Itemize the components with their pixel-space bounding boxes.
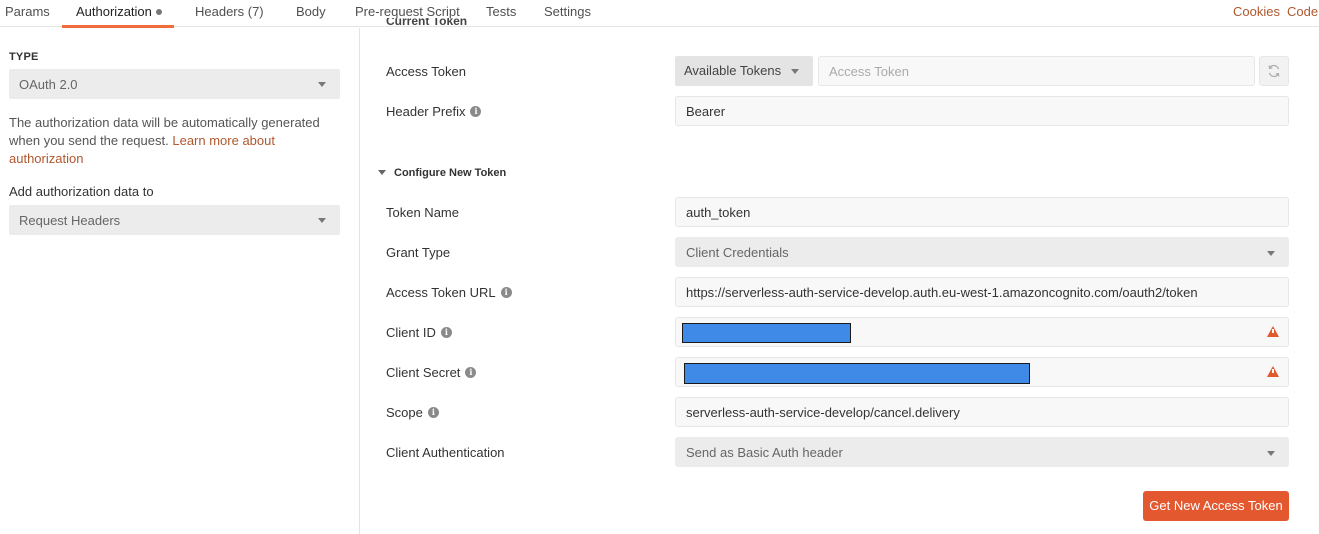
request-tabs: Params Authorization Headers (7) Body Pr… [0,0,1319,28]
configure-new-token-toggle[interactable]: Configure New Token [378,167,506,179]
add-auth-to-select[interactable]: Request Headers [9,205,340,235]
caret-down-icon [378,169,386,175]
token-name-value: auth_token [686,205,751,220]
warning-icon [1267,326,1279,337]
tab-params[interactable]: Params [5,4,50,27]
access-token-url-input[interactable]: https://serverless-auth-service-develop.… [675,277,1289,307]
tab-headers[interactable]: Headers (7) [195,4,264,27]
current-token-heading: Current Token [386,18,468,28]
chevron-down-icon [1267,451,1275,456]
scope-input[interactable]: serverless-auth-service-develop/cancel.d… [675,397,1289,427]
tab-authorization[interactable]: Authorization [62,4,174,28]
add-auth-label: Add authorization data to [9,184,154,199]
scope-value: serverless-auth-service-develop/cancel.d… [686,405,960,420]
chevron-down-icon [791,69,799,74]
access-token-url-label: Access Token URL i [386,285,512,300]
client-authentication-label: Client Authentication [386,445,505,460]
sync-token-button[interactable] [1259,56,1289,86]
configure-new-token-heading: Configure New Token [394,167,507,179]
tab-tests[interactable]: Tests [486,4,516,27]
cookies-link[interactable]: Cookies [1233,4,1280,19]
modified-dot-icon [155,8,162,15]
info-icon: i [465,367,477,379]
info-icon: i [427,407,439,419]
auth-type-panel: TYPE OAuth 2.0 The authorization data wi… [0,28,360,534]
client-secret-label: Client Secret i [386,365,477,380]
header-prefix-input[interactable]: Bearer [675,96,1289,126]
client-id-label: Client ID i [386,325,452,340]
info-icon: i [500,287,512,299]
token-name-input[interactable]: auth_token [675,197,1289,227]
client-authentication-value: Send as Basic Auth header [686,445,843,460]
header-prefix-label: Header Prefix i [386,104,482,119]
code-link[interactable]: Code [1287,4,1318,19]
scope-label: Scope i [386,405,439,420]
auth-description: The authorization data will be automatic… [9,114,334,168]
chevron-down-icon [318,82,326,87]
tab-authorization-label: Authorization [76,4,152,19]
grant-type-select[interactable]: Client Credentials [675,237,1289,267]
tab-settings[interactable]: Settings [544,4,591,27]
info-icon: i [470,106,482,118]
client-authentication-select[interactable]: Send as Basic Auth header [675,437,1289,467]
access-token-label: Access Token [386,64,466,79]
sync-icon [1268,64,1280,78]
access-token-input[interactable] [829,64,1229,79]
redacted-client-id [682,323,851,343]
auth-type-select[interactable]: OAuth 2.0 [9,69,340,99]
add-auth-to-value: Request Headers [19,213,121,228]
grant-type-value: Client Credentials [686,245,789,260]
client-id-input[interactable] [675,317,1289,347]
auth-type-value: OAuth 2.0 [19,77,78,92]
type-label: TYPE [9,51,39,63]
info-icon: i [440,327,452,339]
get-new-access-token-button[interactable]: Get New Access Token [1143,491,1289,521]
grant-type-label: Grant Type [386,245,451,260]
available-tokens-dropdown[interactable]: Available Tokens [675,56,813,86]
client-secret-input[interactable] [675,357,1289,387]
header-prefix-value: Bearer [686,104,726,119]
access-token-url-value: https://serverless-auth-service-develop.… [686,285,1198,300]
chevron-down-icon [1267,251,1275,256]
available-tokens-label: Available Tokens [684,63,782,78]
chevron-down-icon [318,218,326,223]
token-name-label: Token Name [386,205,459,220]
access-token-field [818,56,1255,86]
tab-body[interactable]: Body [296,4,326,27]
redacted-client-secret [684,363,1030,384]
warning-icon [1267,366,1279,377]
